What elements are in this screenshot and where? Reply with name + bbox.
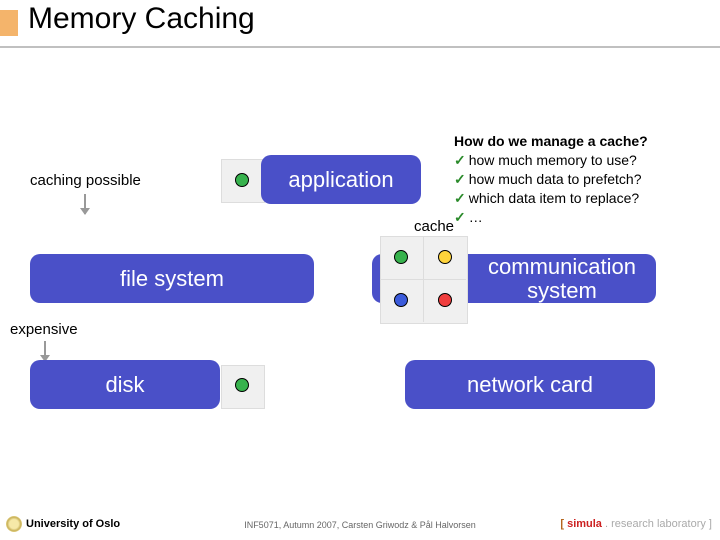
data-dot [438,250,452,264]
data-dot [394,293,408,307]
arrow-caching-possible [84,194,86,214]
simula-footer: [ simula . research laboratory ] [560,518,712,530]
howto-item: ✓… [454,208,648,227]
check-icon: ✓ [454,209,466,225]
cache-label: cache [414,218,454,235]
howto-item: ✓which data item to replace? [454,189,648,208]
file-system-label: file system [120,266,224,292]
caching-possible-label: caching possible [30,172,141,189]
application-label: application [288,167,393,193]
expensive-label: expensive [10,321,78,338]
disk-box: disk [30,360,220,409]
check-icon: ✓ [454,152,466,168]
title-accent [0,10,18,36]
network-card-label: network card [467,372,593,398]
howto-item: ✓how much data to prefetch? [454,170,648,189]
network-card-box: network card [405,360,655,409]
cache-grid-overlay [380,236,468,324]
title-underline [0,46,720,48]
arrow-expensive [44,341,46,361]
title-bar: Memory Caching [0,2,720,48]
file-system-box: file system [30,254,314,303]
cache-grid-hline [380,279,466,280]
data-dot [235,173,249,187]
data-dot [394,250,408,264]
slide: Memory Caching caching possible applicat… [0,0,720,540]
check-icon: ✓ [454,171,466,187]
application-box: application [261,155,421,204]
simula-name: simula [567,518,602,530]
howto-block: How do we manage a cache? ✓how much memo… [454,132,648,226]
simula-suffix: . research laboratory ] [602,518,712,530]
data-dot [235,378,249,392]
footer: University of Oslo INF5071, Autumn 2007,… [0,512,720,532]
data-dot [438,293,452,307]
howto-header: How do we manage a cache? [454,132,648,151]
disk-label: disk [105,372,144,398]
communication-label: communicationsystem [488,255,636,301]
slide-title: Memory Caching [28,2,255,36]
check-icon: ✓ [454,190,466,206]
howto-item: ✓how much memory to use? [454,151,648,170]
